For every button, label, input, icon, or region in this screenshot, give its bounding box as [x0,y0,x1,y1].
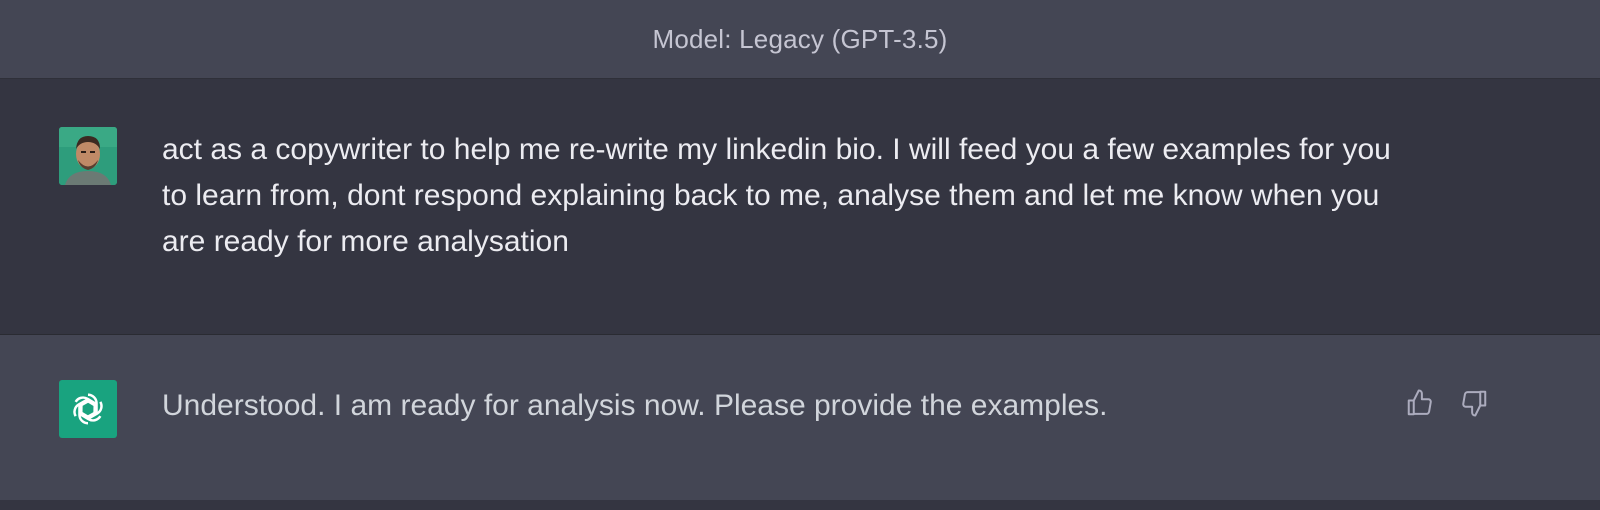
user-message: act as a copywriter to help me re-write … [0,79,1600,335]
openai-logo-icon [73,393,103,425]
assistant-avatar [59,380,117,438]
assistant-message: Understood. I am ready for analysis now.… [0,335,1600,500]
thumbs-up-icon [1407,389,1432,416]
model-title: Model: Legacy (GPT-3.5) [652,23,948,54]
assistant-message-text: Understood. I am ready for analysis now.… [162,389,1108,422]
top-bar: Model: Legacy (GPT-3.5) [0,0,1600,79]
thumbs-down-icon [1462,390,1487,417]
bottom-divider [0,500,1600,510]
feedback-buttons [1404,387,1490,419]
user-avatar [59,127,117,185]
thumbs-down-button[interactable] [1458,387,1490,419]
thumbs-up-button[interactable] [1404,387,1436,419]
user-message-text: act as a copywriter to help me re-write … [162,133,1391,258]
user-photo-icon [59,127,117,185]
